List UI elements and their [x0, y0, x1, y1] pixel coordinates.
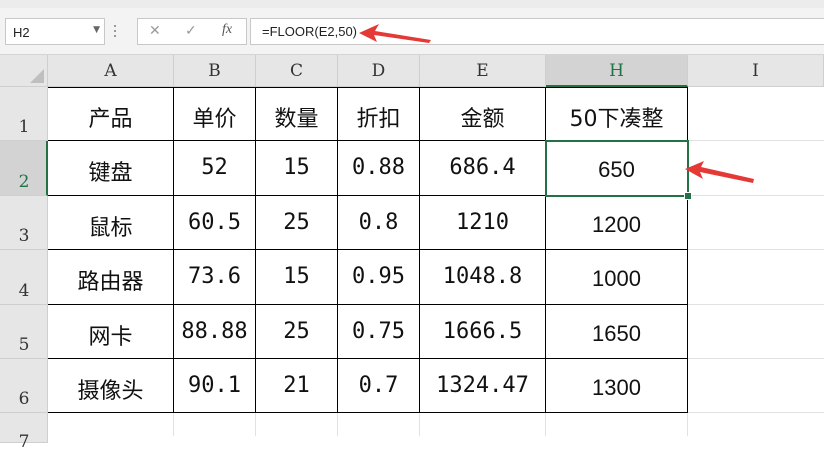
cell-d1[interactable]: 折扣	[338, 101, 419, 133]
cell-d5[interactable]: 0.75	[338, 319, 419, 344]
enter-icon[interactable]: ✓	[185, 22, 197, 39]
cell-b1[interactable]: 单价	[174, 101, 255, 133]
cell-e4[interactable]: 1048.8	[420, 264, 545, 289]
cell-e6[interactable]: 1324.47	[420, 373, 545, 398]
formula-buttons: ✕ ✓ fx	[137, 18, 247, 45]
cell-c2[interactable]: 15	[256, 155, 337, 180]
cell-e2[interactable]: 686.4	[420, 155, 545, 180]
formula-text: =FLOOR(E2,50)	[262, 24, 358, 39]
column-header-d[interactable]: D	[338, 55, 420, 87]
cell-b6[interactable]: 90.1	[174, 373, 255, 398]
cell-h1[interactable]: 50下凑整	[546, 101, 687, 133]
cell-c6[interactable]: 21	[256, 373, 337, 398]
cell-d4[interactable]: 0.95	[338, 264, 419, 289]
cell-d6[interactable]: 0.7	[338, 373, 419, 398]
column-header-b[interactable]: B	[174, 55, 256, 87]
cancel-icon[interactable]: ✕	[149, 22, 161, 39]
row-header-2[interactable]: 2	[0, 141, 48, 196]
row-header-1[interactable]: 1	[0, 87, 48, 141]
annotation-arrow-icon	[359, 24, 431, 43]
cell-h3[interactable]: 1200	[546, 212, 687, 238]
cell-h2[interactable]: 650	[546, 157, 687, 183]
cell-a1[interactable]: 产品	[48, 101, 173, 133]
cell-a5[interactable]: 网卡	[48, 319, 173, 351]
row-header-6[interactable]: 6	[0, 359, 48, 413]
formula-input[interactable]: =FLOOR(E2,50)	[250, 18, 824, 45]
cell-d2[interactable]: 0.88	[338, 155, 419, 180]
cell-e3[interactable]: 1210	[420, 210, 545, 235]
column-header-c[interactable]: C	[256, 55, 338, 87]
cell-d3[interactable]: 0.8	[338, 210, 419, 235]
cell-e5[interactable]: 1666.5	[420, 319, 545, 344]
cell-b3[interactable]: 60.5	[174, 210, 255, 235]
cell-h4[interactable]: 1000	[546, 266, 687, 292]
cell-a6[interactable]: 摄像头	[48, 373, 173, 405]
cell-c4[interactable]: 15	[256, 264, 337, 289]
ribbon-edge	[0, 0, 824, 8]
cell-b5[interactable]: 88.88	[174, 319, 255, 344]
cell-a3[interactable]: 鼠标	[48, 210, 173, 242]
row-header-3[interactable]: 3	[0, 196, 48, 250]
drag-handle-icon[interactable]	[112, 22, 118, 40]
cell-c5[interactable]: 25	[256, 319, 337, 344]
cell-c1[interactable]: 数量	[256, 101, 337, 133]
cell-b2[interactable]: 52	[174, 155, 255, 180]
chevron-down-icon[interactable]: ▼	[93, 25, 100, 35]
row-header-7[interactable]: 7	[0, 413, 48, 452]
cell-h5[interactable]: 1650	[546, 321, 687, 347]
cell-c3[interactable]: 25	[256, 210, 337, 235]
insert-function-icon[interactable]: fx	[222, 22, 232, 38]
name-box[interactable]: H2 ▼	[5, 18, 105, 45]
cell-e1[interactable]: 金额	[420, 101, 545, 133]
fill-handle[interactable]	[684, 192, 692, 200]
cell-b4[interactable]: 73.6	[174, 264, 255, 289]
cell-a4[interactable]: 路由器	[48, 264, 173, 296]
column-header-h[interactable]: H	[546, 55, 688, 87]
row-header-5[interactable]: 5	[0, 305, 48, 359]
column-header-e[interactable]: E	[420, 55, 546, 87]
spreadsheet-grid[interactable]: A B C D E H I 1 2 3 4 5 6 7 产品 单价 数量 折扣 …	[0, 55, 824, 452]
cell-a2[interactable]: 键盘	[48, 155, 173, 187]
cell-h6[interactable]: 1300	[546, 375, 687, 401]
column-header-a[interactable]: A	[48, 55, 174, 87]
formula-toolbar: H2 ▼ ✕ ✓ fx =FLOOR(E2,50)	[0, 0, 824, 55]
select-all-corner[interactable]	[0, 55, 48, 87]
row-header-4[interactable]: 4	[0, 250, 48, 305]
annotation-arrow-icon	[685, 161, 754, 183]
column-header-i[interactable]: I	[688, 55, 824, 87]
name-box-value: H2	[13, 25, 30, 40]
